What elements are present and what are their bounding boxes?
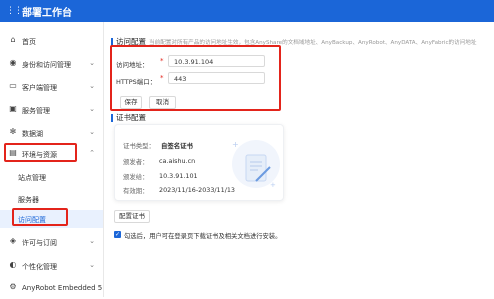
sidebar-item-datalake[interactable]: ✻ 数据湖 ⌄ <box>0 122 103 144</box>
cert-validity-label: 有效期： <box>123 187 149 195</box>
sidebar-item-home[interactable]: ⌂ 首页 <box>0 30 103 52</box>
cert-issuer-label: 颁发者： <box>123 158 149 166</box>
monitor-icon: ▭ <box>9 81 17 90</box>
chevron-down-icon: ⌄ <box>89 128 95 136</box>
cancel-button[interactable]: 取消 <box>149 96 176 109</box>
sidebar-item-label: 首页 <box>22 38 36 46</box>
sidebar-item-label: 许可与订阅 <box>22 239 57 247</box>
user-icon: ◉ <box>9 58 17 67</box>
cert-issued-to-value: 10.3.91.101 <box>159 172 198 180</box>
download-cert-checkbox[interactable]: ✓ <box>114 231 121 238</box>
top-bar: ⋮⋮⋮ 部署工作台 <box>0 0 494 22</box>
address-label: 访问地址： <box>116 61 149 69</box>
chevron-down-icon: ⌄ <box>89 237 95 245</box>
sidebar-item-label: 数据湖 <box>22 130 43 138</box>
required-mark: * <box>160 57 164 65</box>
sidebar-subitem-label: 站点管理 <box>18 174 46 182</box>
robot-icon: ⚙ <box>9 282 17 291</box>
sidebar-item-license[interactable]: ◈ 许可与订阅 ⌄ <box>0 231 103 253</box>
palette-icon: ◐ <box>9 260 17 269</box>
save-button[interactable]: 保存 <box>120 96 142 109</box>
certificate-illustration-icon: + + <box>232 140 280 189</box>
address-input[interactable]: 10.3.91.104 <box>168 55 265 67</box>
box-icon: ▣ <box>9 104 17 113</box>
sidebar-item-services[interactable]: ▣ 服务管理 ⌄ <box>0 99 103 121</box>
cert-issuer-value: ca.aishu.cn <box>159 157 196 165</box>
sidebar-item-label: 服务管理 <box>22 107 50 115</box>
license-icon: ◈ <box>9 236 17 245</box>
sidebar-item-label: 身份和访问管理 <box>22 61 71 69</box>
sidebar-item-label: 客户端管理 <box>22 84 57 92</box>
cert-validity-value: 2023/11/16-2033/11/13 <box>159 186 235 194</box>
svg-text:+: + <box>270 181 276 189</box>
sidebar-item-clients[interactable]: ▭ 客户端管理 ⌄ <box>0 76 103 98</box>
download-cert-checkbox-label: 勾选后，用户可在登录页下载证书及相关文档进行安装。 <box>124 233 282 240</box>
required-mark: * <box>160 74 164 82</box>
chevron-down-icon: ⌄ <box>89 59 95 67</box>
sidebar-subitem-label: 服务器 <box>18 196 39 204</box>
home-icon: ⌂ <box>10 35 16 44</box>
cert-type-label: 证书类型： <box>123 142 155 150</box>
cert-type-value: 自签名证书 <box>161 142 193 150</box>
chevron-down-icon: ⌄ <box>89 105 95 113</box>
cert-section-title: 证书配置 <box>116 113 146 122</box>
highlight-box-access-config <box>12 208 68 226</box>
port-input[interactable]: 443 <box>168 72 265 84</box>
sidebar-item-identity[interactable]: ◉ 身份和访问管理 ⌄ <box>0 53 103 75</box>
sidebar-item-label: 个性化管理 <box>22 263 57 271</box>
cert-issued-to-label: 颁发给： <box>123 173 149 181</box>
highlight-box-environment <box>4 143 77 162</box>
section-marker <box>111 114 113 122</box>
configure-cert-button[interactable]: 配置证书 <box>114 210 150 223</box>
sidebar-item-personalization[interactable]: ◐ 个性化管理 ⌄ <box>0 255 103 277</box>
sidebar-item-anyrobot[interactable]: ⚙ AnyRobot Embedded 5 <box>0 277 103 299</box>
gear-icon: ✻ <box>9 127 17 136</box>
chevron-down-icon: ⌄ <box>89 261 95 269</box>
chevron-down-icon: ⌄ <box>89 82 95 90</box>
sidebar-subitem-sites[interactable]: 站点管理 <box>0 168 103 186</box>
sidebar-item-label: AnyRobot Embedded 5 <box>22 284 103 292</box>
port-label: HTTPS端口： <box>116 78 157 86</box>
app-title: 部署工作台 <box>22 8 72 19</box>
svg-text:+: + <box>232 140 239 149</box>
chevron-up-icon: ⌃ <box>89 149 95 157</box>
sidebar-subitem-servers[interactable]: 服务器 <box>0 190 103 208</box>
